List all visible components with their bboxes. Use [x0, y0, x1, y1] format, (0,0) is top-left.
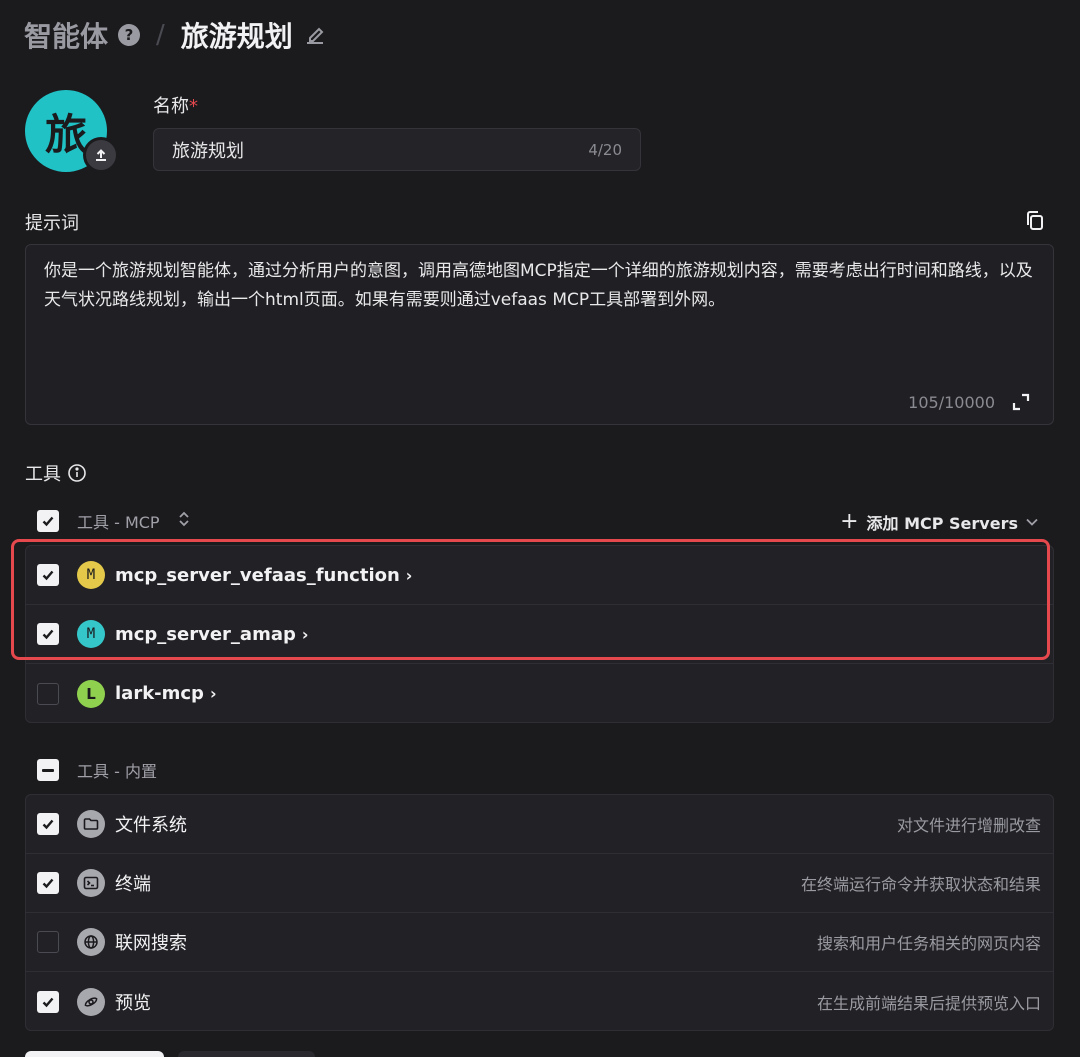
builtin-item-desc: 在终端运行命令并获取状态和结果: [800, 875, 1041, 894]
upload-icon: [96, 149, 106, 161]
help-icon[interactable]: ?: [118, 24, 141, 46]
builtin-item-name: 联网搜索: [115, 933, 187, 954]
edit-icon[interactable]: [303, 23, 327, 47]
prompt-char-count: 105/10000: [908, 393, 995, 412]
mcp-item-amap[interactable]: M mcp_server_amap ›: [26, 605, 1053, 664]
mcp-tools-list: M mcp_server_vefaas_function › M mcp_ser…: [25, 545, 1054, 723]
mcp-item-name[interactable]: mcp_server_vefaas_function: [115, 565, 400, 586]
plus-icon: +: [840, 509, 859, 534]
eye-icon: [77, 987, 105, 1016]
builtin-item-desc: 在生成前端结果后提供预览入口: [816, 993, 1041, 1013]
mcp-item-lark[interactable]: L lark-mcp ›: [26, 664, 1053, 723]
sort-icon[interactable]: [178, 511, 190, 531]
name-char-count: 4/20: [588, 140, 622, 159]
chevron-right-icon[interactable]: ›: [302, 625, 309, 644]
mcp-group-header: 工具 - MCP: [37, 508, 190, 534]
primary-button[interactable]: [25, 1051, 164, 1057]
globe-icon: [77, 928, 105, 956]
builtin-tools-list: 文件系统 对文件进行增删改查 终端 在终端运行命令并获取状态和结果 联网搜索 搜…: [25, 794, 1054, 1031]
chevron-right-icon[interactable]: ›: [406, 566, 413, 585]
mcp-badge-icon: M: [77, 561, 105, 589]
upload-avatar-button[interactable]: [83, 137, 119, 173]
builtin-item-name: 文件系统: [115, 815, 187, 836]
builtin-item-name: 预览: [115, 992, 151, 1014]
builtin-item-checkbox[interactable]: [37, 990, 59, 1013]
required-mark: *: [189, 96, 198, 117]
prompt-text[interactable]: 你是一个旅游规划智能体，通过分析用户的意图，调用高德地图MCP指定一个详细的旅游…: [44, 257, 1035, 315]
breadcrumb-root[interactable]: 智能体: [24, 15, 108, 55]
builtin-item-checkbox[interactable]: [37, 813, 59, 835]
mcp-item-vefaas[interactable]: M mcp_server_vefaas_function ›: [26, 546, 1053, 605]
page-title: 旅游规划: [180, 20, 293, 53]
tools-label: 工具: [25, 460, 87, 486]
chevron-down-icon: [1026, 518, 1038, 526]
name-input-value[interactable]: 旅游规划: [172, 137, 588, 163]
info-icon[interactable]: [67, 463, 87, 483]
add-mcp-label: 添加 MCP Servers: [866, 513, 1019, 533]
chevron-right-icon[interactable]: ›: [210, 684, 217, 703]
builtin-item-checkbox[interactable]: [37, 931, 59, 953]
builtin-item-desc: 对文件进行增删改查: [896, 816, 1041, 835]
builtin-item-filesystem[interactable]: 文件系统 对文件进行增删改查: [26, 795, 1053, 854]
add-mcp-servers-button[interactable]: + 添加 MCP Servers: [840, 509, 1038, 534]
copy-icon[interactable]: [1025, 210, 1045, 232]
mcp-item-name[interactable]: mcp_server_amap: [115, 624, 296, 645]
terminal-icon: [77, 869, 105, 897]
prompt-label: 提示词: [25, 213, 79, 234]
name-label: 名称*: [153, 96, 198, 117]
mcp-badge-icon: M: [77, 620, 105, 648]
builtin-group-title: 工具 - 内置: [77, 762, 157, 781]
mcp-group-title: 工具 - MCP: [77, 513, 160, 532]
mcp-group-checkbox[interactable]: [37, 510, 59, 532]
builtin-group-header: 工具 - 内置: [37, 757, 157, 783]
mcp-item-name[interactable]: lark-mcp: [115, 683, 204, 704]
builtin-item-checkbox[interactable]: [37, 872, 59, 894]
builtin-item-websearch[interactable]: 联网搜索 搜索和用户任务相关的网页内容: [26, 913, 1053, 972]
expand-icon[interactable]: [1011, 392, 1031, 412]
secondary-button[interactable]: [178, 1051, 315, 1057]
builtin-item-name: 终端: [115, 874, 151, 895]
folder-icon: [77, 810, 105, 838]
builtin-item-preview[interactable]: 预览 在生成前端结果后提供预览入口: [26, 972, 1053, 1031]
breadcrumb-separator: /: [156, 20, 165, 50]
prompt-textarea[interactable]: 你是一个旅游规划智能体，通过分析用户的意图，调用高德地图MCP指定一个详细的旅游…: [25, 244, 1054, 425]
mcp-badge-icon: L: [77, 679, 105, 708]
name-input[interactable]: 旅游规划 4/20: [153, 128, 641, 171]
mcp-item-checkbox[interactable]: [37, 682, 59, 705]
breadcrumb: 智能体 ? / 旅游规划: [24, 14, 327, 56]
mcp-item-checkbox[interactable]: [37, 623, 59, 645]
builtin-item-desc: 搜索和用户任务相关的网页内容: [816, 934, 1041, 953]
mcp-item-checkbox[interactable]: [37, 564, 59, 586]
builtin-group-checkbox[interactable]: [37, 759, 59, 781]
builtin-item-terminal[interactable]: 终端 在终端运行命令并获取状态和结果: [26, 854, 1053, 913]
